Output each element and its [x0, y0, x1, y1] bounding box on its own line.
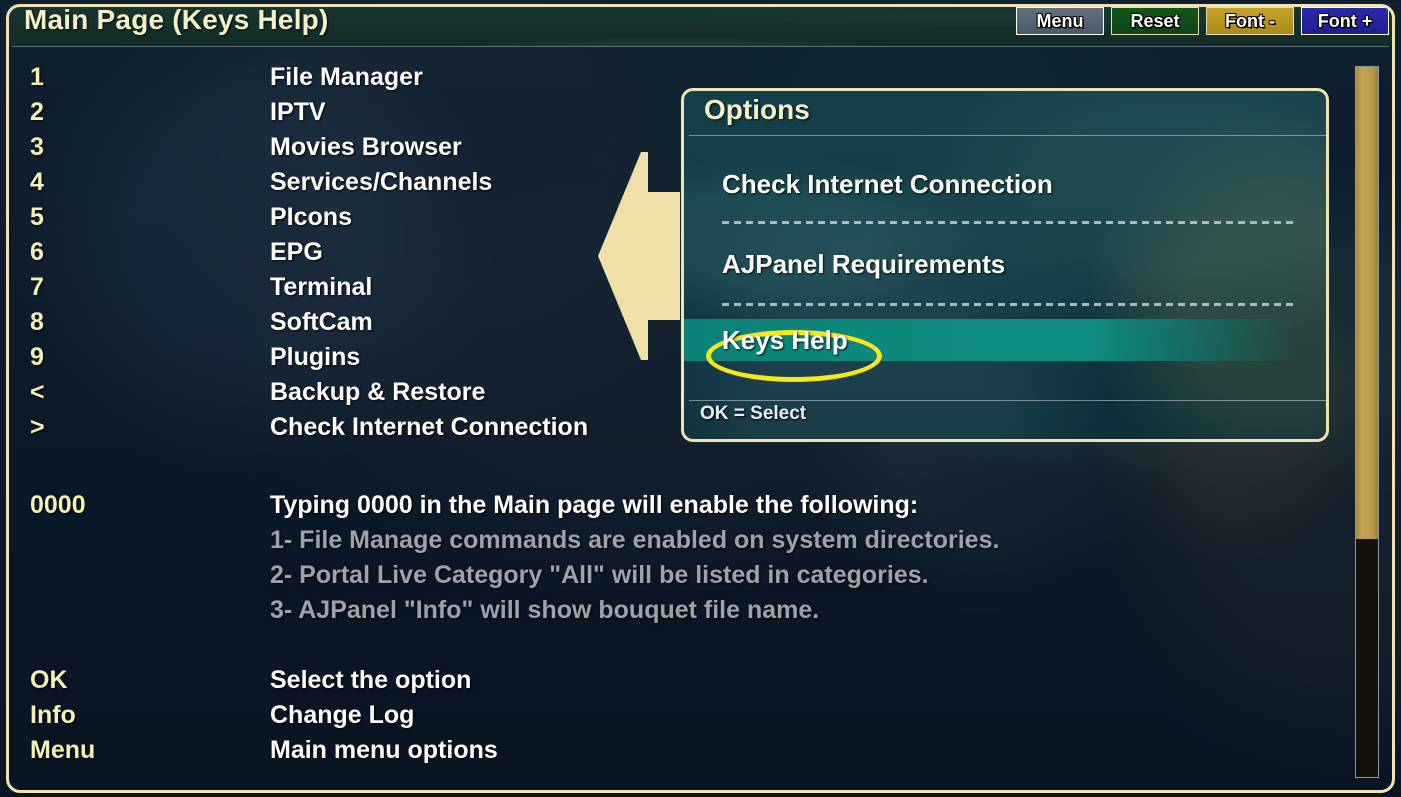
key-row: 2 IPTV	[30, 95, 588, 130]
key-desc: Backup & Restore	[270, 378, 486, 406]
key-row: 5 PIcons	[30, 200, 588, 235]
title-divider	[12, 46, 1389, 47]
zero-key-label: 0000	[30, 491, 86, 519]
key-label: 5	[30, 203, 44, 231]
key-label: 7	[30, 273, 44, 301]
zero-line: 1- File Manage commands are enabled on s…	[270, 526, 1000, 554]
dialog-separator	[722, 221, 1294, 224]
dialog-separator	[722, 303, 1294, 306]
key-row: < Backup & Restore	[30, 375, 588, 410]
key-row: 1 File Manager	[30, 60, 588, 95]
key-desc: EPG	[270, 238, 323, 266]
zero-heading: Typing 0000 in the Main page will enable…	[270, 491, 919, 519]
menu-button[interactable]: Menu	[1016, 7, 1104, 35]
dialog-item-ajpanel-requirements[interactable]: AJPanel Requirements	[684, 243, 1326, 285]
keys-help-list: 1 File Manager 2 IPTV 3 Movies Browser 4…	[30, 60, 588, 445]
key-row: 4 Services/Channels	[30, 165, 588, 200]
zero-heading-row: 0000 Typing 0000 in the Main page will e…	[30, 488, 999, 523]
dialog-item-check-internet-connection[interactable]: Check Internet Connection	[684, 163, 1326, 205]
key-row: 3 Movies Browser	[30, 130, 588, 165]
key-label: Info	[30, 701, 76, 729]
app-screen: Main Page (Keys Help) Menu Reset Font - …	[0, 0, 1401, 797]
key-desc: Select the option	[270, 666, 472, 694]
zero-line-row: 2- Portal Live Category "All" will be li…	[30, 558, 999, 593]
key-desc: IPTV	[270, 98, 326, 126]
page-title: Main Page (Keys Help)	[24, 4, 329, 35]
footer-keys-list: OK Select the option Info Change Log Men…	[30, 663, 498, 768]
key-desc: Change Log	[270, 701, 415, 729]
key-desc: Terminal	[270, 273, 373, 301]
key-label: 9	[30, 343, 44, 371]
zero-line-row: 3- AJPanel "Info" will show bouquet file…	[30, 593, 999, 628]
font-decrease-button[interactable]: Font -	[1206, 7, 1294, 35]
key-row: Menu Main menu options	[30, 733, 498, 768]
key-label: 6	[30, 238, 44, 266]
key-desc: SoftCam	[270, 308, 373, 336]
key-label: OK	[30, 666, 68, 694]
key-row: 7 Terminal	[30, 270, 588, 305]
left-arrow-annotation-icon	[596, 150, 682, 362]
key-label: 4	[30, 168, 44, 196]
zero-code-section: 0000 Typing 0000 in the Main page will e…	[30, 488, 999, 628]
vertical-scrollbar[interactable]	[1355, 66, 1379, 778]
key-label: 2	[30, 98, 44, 126]
key-desc: File Manager	[270, 63, 423, 91]
dialog-title: Options	[704, 94, 810, 125]
zero-line: 2- Portal Live Category "All" will be li…	[270, 561, 929, 589]
key-row: > Check Internet Connection	[30, 410, 588, 445]
key-label: 8	[30, 308, 44, 336]
key-label: Menu	[30, 736, 96, 764]
key-desc: PIcons	[270, 203, 352, 231]
key-label: <	[30, 378, 45, 406]
zero-line-row: 1- File Manage commands are enabled on s…	[30, 523, 999, 558]
font-increase-button[interactable]: Font +	[1301, 7, 1389, 35]
key-row: 8 SoftCam	[30, 305, 588, 340]
key-row: OK Select the option	[30, 663, 498, 698]
key-desc: Check Internet Connection	[270, 413, 589, 441]
key-row: 6 EPG	[30, 235, 588, 270]
dialog-item-label: AJPanel Requirements	[722, 248, 1006, 279]
key-row: Info Change Log	[30, 698, 498, 733]
key-label: >	[30, 413, 45, 441]
key-desc: Services/Channels	[270, 168, 493, 196]
dialog-item-label: Keys Help	[722, 324, 848, 355]
dialog-item-keys-help[interactable]: Keys Help	[684, 319, 1294, 361]
reset-button[interactable]: Reset	[1111, 7, 1199, 35]
dialog-top-divider	[689, 135, 1326, 136]
options-dialog: Options Check Internet Connection AJPane…	[681, 88, 1329, 442]
key-label: 3	[30, 133, 44, 161]
key-row: 9 Plugins	[30, 340, 588, 375]
toolbar-buttons: Menu Reset Font - Font +	[1016, 7, 1389, 35]
scrollbar-thumb[interactable]	[1356, 67, 1378, 540]
dialog-bottom-divider	[689, 400, 1326, 401]
key-desc: Main menu options	[270, 736, 498, 764]
key-label: 1	[30, 63, 44, 91]
key-desc: Plugins	[270, 343, 361, 371]
dialog-item-label: Check Internet Connection	[722, 168, 1053, 199]
key-desc: Movies Browser	[270, 133, 462, 161]
dialog-footer-hint: OK = Select	[700, 403, 807, 424]
zero-line: 3- AJPanel "Info" will show bouquet file…	[270, 596, 820, 624]
